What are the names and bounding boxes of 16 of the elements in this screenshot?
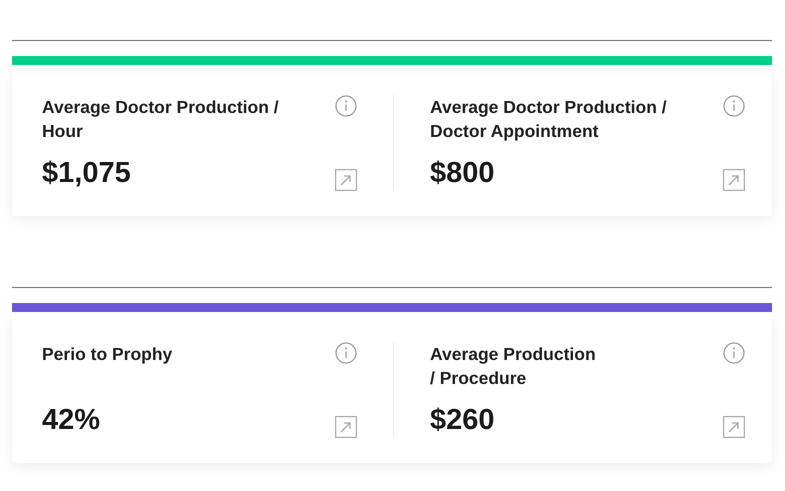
expand-icon[interactable]: [723, 169, 745, 191]
metric-value: $1,075: [42, 156, 132, 191]
expand-icon[interactable]: [335, 416, 357, 438]
metric-value: 42%: [42, 403, 102, 438]
metric-value: $800: [430, 156, 496, 191]
expand-icon[interactable]: [335, 169, 357, 191]
info-icon[interactable]: [335, 95, 357, 117]
metric-value: $260: [430, 403, 496, 438]
metric-title: Average Doctor Production / Doctor Appointment: [430, 96, 667, 143]
info-icon[interactable]: [723, 342, 745, 364]
info-icon[interactable]: [335, 342, 357, 364]
metric-title: Perio to Prophy: [42, 343, 172, 366]
info-icon[interactable]: [723, 95, 745, 117]
expand-icon[interactable]: [723, 416, 745, 438]
metric-title: Average Production / Procedure: [430, 343, 596, 390]
metric-title: Average Doctor Production / Hour: [42, 96, 279, 143]
